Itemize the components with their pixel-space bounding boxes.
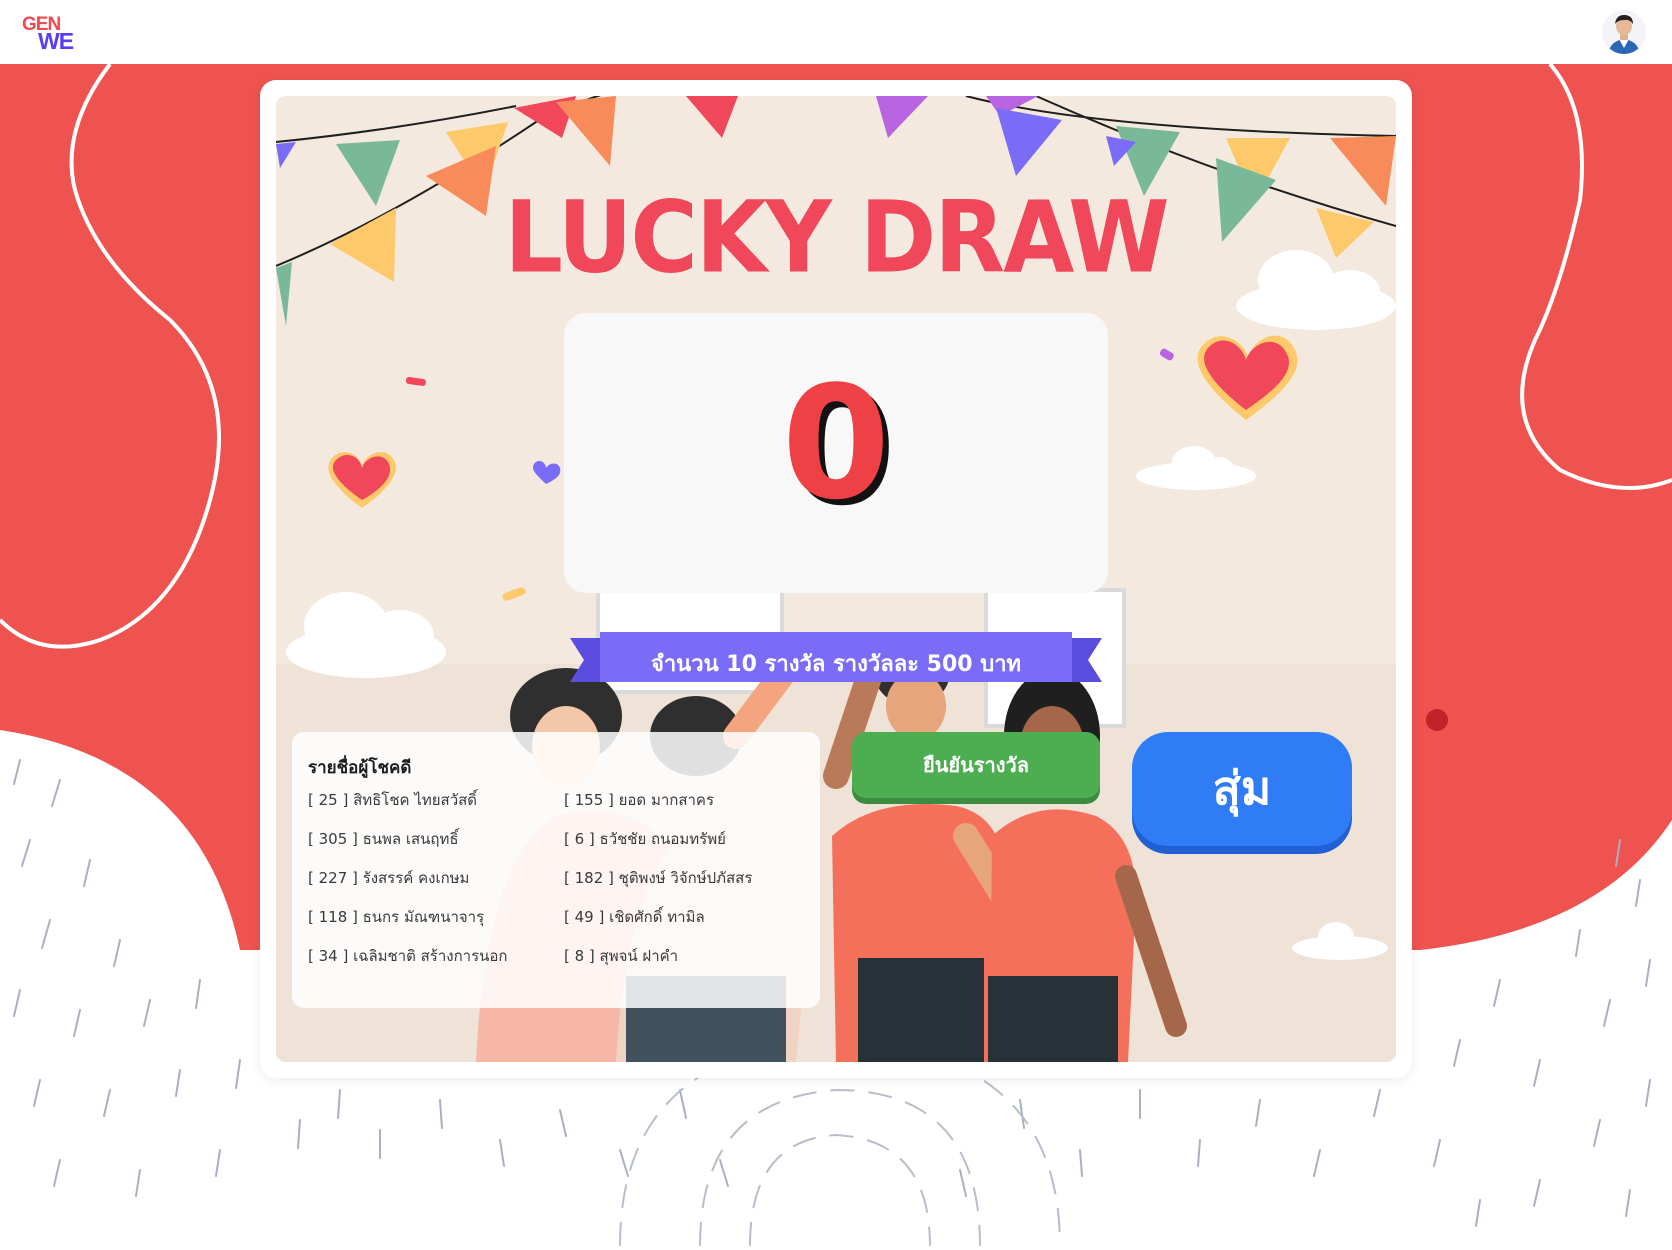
lucky-draw-card: LUCKY DRAW 0 จำนวน 10 รางวัล รางวัลละ 50… <box>260 80 1412 1078</box>
list-item: [ 118 ] ธนกร มัณฑนาจารุ <box>308 908 485 926</box>
confirm-prize-button[interactable]: ยืนยันรางวัล <box>852 732 1100 798</box>
top-bar: GEN WE <box>0 0 1672 64</box>
list-item: [ 155 ] ยอด มากสาคร <box>564 791 715 809</box>
winners-panel: รายชื่อผู้โชคดี [ 25 ] สิทธิโชค ไทยสวัสด… <box>292 732 820 1008</box>
random-draw-button[interactable]: สุ่ม <box>1132 732 1352 846</box>
decorative-dot <box>1426 709 1448 731</box>
draw-scene: LUCKY DRAW 0 จำนวน 10 รางวัล รางวัลละ 50… <box>276 96 1396 1062</box>
list-item: [ 6 ] ธวัชชัย ถนอมทรัพย์ <box>564 830 726 848</box>
winners-heading: รายชื่อผู้โชคดี <box>308 758 412 778</box>
logo-line2: WE <box>38 28 74 54</box>
prize-info: จำนวน 10 รางวัล รางวัลละ 500 บาท <box>650 652 1022 677</box>
genwe-logo[interactable]: GEN WE <box>22 14 78 54</box>
profile-avatar-icon[interactable] <box>1602 10 1646 54</box>
current-number: 0 <box>781 352 891 534</box>
winners-column-1: [ 25 ] สิทธิโชค ไทยสวัสดิ์ [ 305 ] ธนพล … <box>308 788 508 983</box>
list-item: [ 182 ] ชุติพงษ์ วิจักษ์ปภัสสร <box>564 869 753 887</box>
winners-column-2: [ 155 ] ยอด มากสาคร [ 6 ] ธวัชชัย ถนอมทร… <box>564 788 752 983</box>
prize-ribbon: จำนวน 10 รางวัล รางวัลละ 500 บาท <box>570 632 1102 688</box>
list-item: [ 8 ] สุพจน์ ฝาคำ <box>564 947 679 965</box>
list-item: [ 227 ] รังสรรค์ คงเกษม <box>308 869 470 887</box>
list-item: [ 305 ] ธนพล เสนฤทธิ์ <box>308 830 459 848</box>
page-title: LUCKY DRAW <box>504 179 1169 296</box>
list-item: [ 25 ] สิทธิโชค ไทยสวัสดิ์ <box>308 791 478 809</box>
number-display: 0 <box>564 313 1108 593</box>
list-item: [ 49 ] เชิดศักดิ์ ทามิล <box>564 908 705 926</box>
list-item: [ 34 ] เฉลิมชาติ สร้างการนอก <box>308 947 508 965</box>
